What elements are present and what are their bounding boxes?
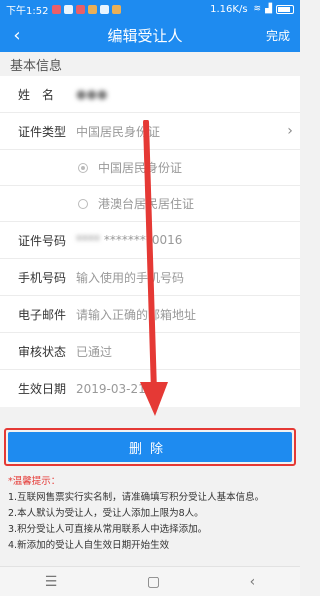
notification-icon	[100, 4, 110, 14]
wifi-icon: ≋	[253, 4, 262, 14]
chevron-right-icon[interactable]: ›	[280, 123, 300, 139]
delete-button[interactable]: 删除	[8, 432, 292, 462]
id-type-value: 中国居民身份证	[76, 124, 161, 139]
name-row[interactable]: 姓名 ●●●	[0, 76, 300, 113]
email-row[interactable]: 电子邮件 请输入正确的邮箱地址	[0, 296, 300, 333]
review-status-label: 审核状态	[18, 344, 67, 359]
notification-icon	[112, 4, 122, 14]
id-type-option-mainland[interactable]: 中国居民身份证	[0, 150, 300, 186]
id-type-option-label: 港澳台居民居住证	[98, 197, 195, 211]
id-number-value: **** ********0016	[76, 233, 300, 247]
notification-icon	[64, 4, 74, 14]
system-nav-bar: ☰ ▢ ‹	[0, 566, 300, 596]
effective-date-row: 生效日期 2019-03-21	[0, 370, 300, 407]
tip-line: 2.本人默认为受让人，受让人添加上限为8人。	[8, 508, 204, 519]
home-square-icon[interactable]: ▢	[147, 574, 160, 590]
tips-panel: *温馨提示： 1.互联网售票实行实名制，请准确填写积分受让人基本信息。 2.本人…	[8, 474, 296, 554]
page-title: 编辑受让人	[107, 26, 183, 45]
tip-line: 1.互联网售票实行实名制，请准确填写积分受让人基本信息。	[8, 492, 265, 503]
delete-button-highlight: 删除	[4, 428, 296, 466]
email-input[interactable]: 请输入正确的邮箱地址	[76, 306, 300, 323]
network-speed: 1.16K/s	[210, 3, 248, 15]
notification-icon	[52, 4, 62, 14]
effective-date-label: 生效日期	[18, 382, 67, 396]
radio-selected-icon[interactable]	[78, 162, 88, 173]
notification-icon	[76, 4, 86, 14]
back-chevron-icon[interactable]: ‹	[0, 25, 34, 46]
id-type-option-hmt[interactable]: 港澳台居民居住证	[0, 186, 300, 222]
tip-line: 3.积分受让人可直接从常用联系人中选择添加。	[8, 524, 208, 535]
menu-icon[interactable]: ☰	[45, 574, 58, 590]
tips-title: *温馨提示：	[8, 476, 61, 487]
id-number-label: 证件号码	[18, 233, 67, 248]
back-chevron-icon[interactable]: ‹	[250, 574, 256, 590]
email-label: 电子邮件	[18, 307, 67, 322]
name-value: ●●●	[76, 87, 108, 101]
phone-input[interactable]: 输入使用的手机号码	[76, 269, 300, 286]
review-status-value: 已通过	[76, 344, 113, 359]
id-type-label: 证件类型	[18, 124, 67, 139]
battery-icon	[276, 4, 294, 14]
id-type-row[interactable]: 证件类型 中国居民身份证 ›	[0, 113, 300, 150]
section-title: 基本信息	[0, 52, 300, 76]
phone-row[interactable]: 手机号码 输入使用的手机号码	[0, 259, 300, 296]
id-number-masked: ********0016	[103, 233, 183, 247]
tip-line: 4.新添加的受让人自生效日期开始生效	[8, 540, 170, 551]
top-nav-bar: ‹ 编辑受让人 完成	[0, 18, 300, 52]
review-status-row: 审核状态 已通过	[0, 333, 300, 370]
id-number-blurred: ****	[76, 233, 100, 247]
name-label: 姓名	[18, 87, 67, 102]
status-bar: 下午1:52 1.16K/s ≋ ▟	[0, 0, 300, 18]
notification-icon	[88, 4, 98, 14]
signal-icon: ▟	[265, 4, 272, 14]
id-number-row[interactable]: 证件号码 **** ********0016	[0, 222, 300, 259]
effective-date-value: 2019-03-21	[76, 381, 146, 396]
form-card: 姓名 ●●● 证件类型 中国居民身份证 › 中国居民身份证 港澳台居民居住证 证…	[0, 76, 300, 407]
radio-unselected-icon[interactable]	[78, 198, 88, 209]
phone-label: 手机号码	[18, 270, 67, 285]
done-button[interactable]: 完成	[256, 27, 300, 44]
status-time: 下午1:52	[6, 5, 49, 17]
id-type-option-label: 中国居民身份证	[98, 161, 183, 175]
